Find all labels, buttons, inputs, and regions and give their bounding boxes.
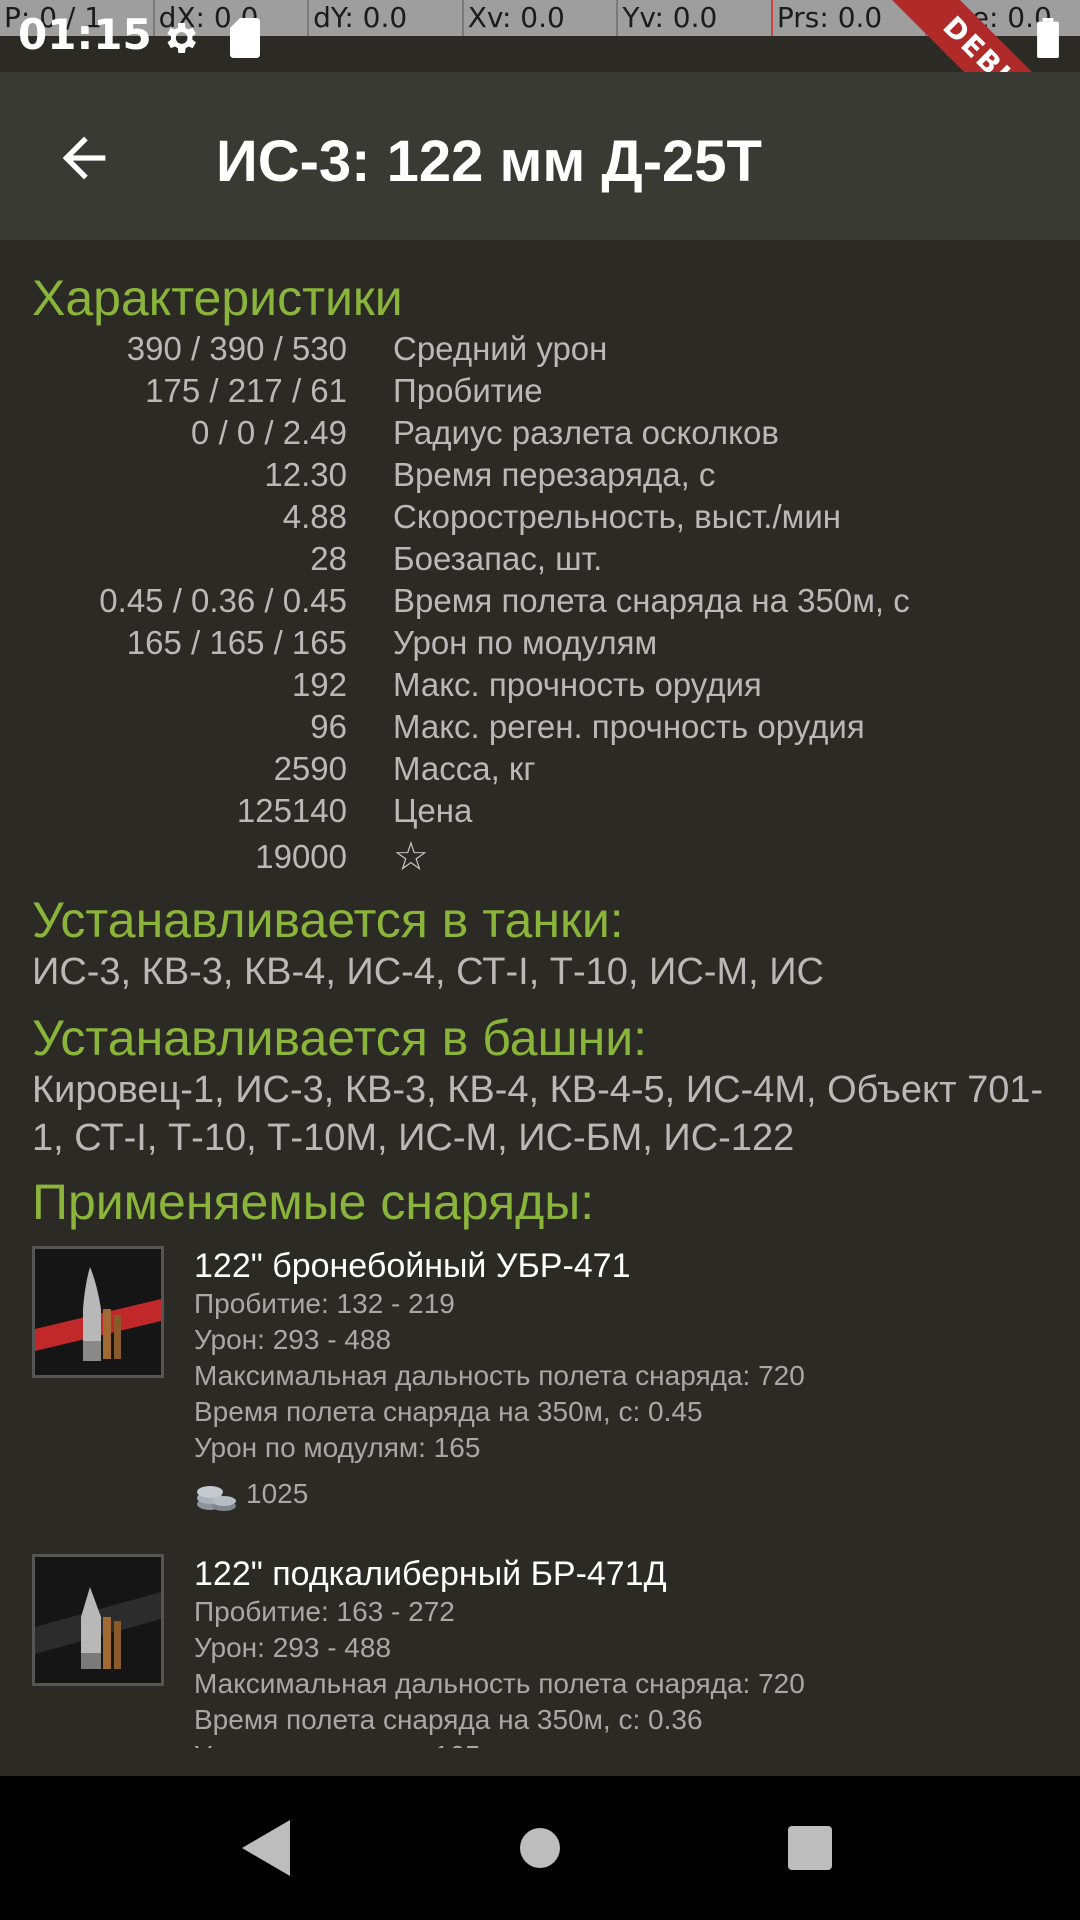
app-bar: ИС-3: 122 мм Д-25Т	[0, 72, 1080, 240]
spec-value: 12.30	[264, 456, 347, 493]
spec-label: Масса, кг	[393, 750, 536, 787]
nav-home-icon[interactable]	[518, 1820, 562, 1876]
shell-name: 122" бронебойный УБР-471	[194, 1247, 631, 1285]
settings-icon	[167, 23, 196, 53]
apcr-shell-image	[32, 1554, 164, 1686]
page-title: ИС-3: 122 мм Д-25Т	[216, 129, 762, 194]
spec-value: 4.88	[282, 498, 347, 535]
spec-label: Пробитие	[393, 372, 543, 409]
spec-value: 165 / 165 / 165	[126, 624, 347, 661]
shell-module-damage: Урон по модулям: 165	[194, 1432, 481, 1463]
shell-flight-time: Время полета снаряда на 350м, с: 0.45	[194, 1396, 703, 1427]
spec-row: 0.45 / 0.36 / 0.45 Время полета снаряда н…	[32, 580, 1050, 622]
battery-icon	[1037, 18, 1059, 58]
content-scroll[interactable]: Характеристики 390 / 390 / 530 Средний ур…	[0, 240, 1080, 1748]
spec-row: 390 / 390 / 530 Средний урон	[32, 328, 1050, 370]
spec-label: Время полета снаряда на 350м, с	[393, 582, 910, 619]
status-time: 01:15	[18, 10, 152, 59]
ap-shell-image	[32, 1246, 164, 1378]
shell-range: Максимальная дальность полета снаряда: 7…	[194, 1668, 805, 1699]
tanks-list: ИС-3, КВ-3, КВ-4, ИС-4, СТ-I, Т-10, ИС-М…	[32, 951, 824, 993]
spec-row: 28 Боезапас, шт.	[32, 538, 1050, 580]
spec-value: 192	[291, 666, 347, 703]
status-bar: P: 0 / 1 dX: 0.0 dY: 0.0 Xv: 0.0 Yv: 0.0…	[0, 0, 1080, 188]
spec-row: 192 Макс. прочность орудия	[32, 664, 1050, 706]
spec-label: Урон по модулям	[393, 624, 658, 661]
nav-back-icon[interactable]	[242, 1820, 290, 1876]
spec-row: 0 / 0 / 2.49 Радиус разлета осколков	[32, 412, 1050, 454]
spec-label: Макс. реген. прочность орудия	[393, 708, 865, 745]
debug-cell: Xv: 0.0	[461, 0, 617, 36]
spec-label: Боезапас, шт.	[393, 540, 603, 577]
shells-heading: Применяемые снаряды:	[32, 1174, 595, 1230]
shell-item[interactable]: 122" бронебойный УБР-471 Пробитие: 132 -…	[32, 1246, 1050, 1514]
debug-cell: Yv: 0.0	[616, 0, 771, 36]
shell-name: 122" подкалиберный БР-471Д	[194, 1555, 667, 1593]
spec-value: 175 / 217 / 61	[145, 372, 347, 409]
shell-penetration: Пробитие: 132 - 219	[194, 1288, 455, 1319]
shell-module-damage: Урон по модулям: 165	[194, 1738, 805, 1748]
spec-label: Скорострельность, выст./мин	[393, 498, 841, 535]
nav-recents-icon[interactable]	[786, 1820, 834, 1876]
shell-price-value: 1025	[246, 1478, 309, 1509]
back-arrow-icon[interactable]	[52, 126, 116, 190]
spec-row: 125140 Цена	[32, 790, 1050, 832]
spec-label: Радиус разлета осколков	[393, 414, 779, 451]
characteristics-heading: Характеристики	[32, 270, 403, 326]
spec-row: 96 Макс. реген. прочность орудия	[32, 706, 1050, 748]
spec-row: 19000 ☆	[32, 832, 1050, 882]
sd-card-icon	[230, 18, 260, 58]
spec-row: 165 / 165 / 165 Урон по модулям	[32, 622, 1050, 664]
spec-row: 4.88 Скорострельность, выст./мин	[32, 496, 1050, 538]
spec-label: Средний урон	[393, 330, 608, 367]
spec-row: 2590 Масса, кг	[32, 748, 1050, 790]
tanks-heading: Устанавливается в танки:	[32, 892, 624, 948]
spec-value: 0 / 0 / 2.49	[191, 414, 347, 451]
spec-value: 28	[310, 540, 347, 577]
turrets-heading: Устанавливается в башни:	[32, 1010, 648, 1066]
spec-label: Макс. прочность орудия	[393, 666, 762, 703]
star-icon: ☆	[393, 835, 429, 879]
turrets-list: Кировец-1, ИС-3, КВ-3, КВ-4, КВ-4-5, ИС-…	[32, 1069, 1044, 1159]
debug-cell: dY: 0.0	[307, 0, 462, 36]
spec-label: Время перезаряда, с	[393, 456, 716, 493]
spec-value: 19000	[255, 838, 347, 875]
shell-range: Максимальная дальность полета снаряда: 7…	[194, 1360, 805, 1391]
spec-row: 175 / 217 / 61 Пробитие	[32, 370, 1050, 412]
shell-flight-time: Время полета снаряда на 350м, с: 0.36	[194, 1704, 703, 1735]
spec-row: 12.30 Время перезаряда, с	[32, 454, 1050, 496]
shell-penetration: Пробитие: 163 - 272	[194, 1596, 455, 1627]
spec-value: 125140	[236, 792, 347, 829]
spec-value: 390 / 390 / 530	[126, 330, 347, 367]
spec-label: Цена	[393, 792, 473, 829]
spec-value: 96	[310, 708, 347, 745]
spec-value: 2590	[273, 750, 347, 787]
silver-coins-icon	[197, 1486, 236, 1511]
shell-item[interactable]: 122" подкалиберный БР-471Д Пробитие: 163…	[32, 1554, 1050, 1748]
shell-price: 1025	[194, 1474, 805, 1514]
shell-damage: Урон: 293 - 488	[194, 1324, 392, 1355]
navigation-bar	[0, 1776, 1080, 1920]
characteristics-table: 390 / 390 / 530 Средний урон 175 / 217 / …	[32, 328, 1050, 882]
shell-damage: Урон: 293 - 488	[194, 1632, 392, 1663]
spec-value: 0.45 / 0.36 / 0.45	[99, 582, 347, 619]
